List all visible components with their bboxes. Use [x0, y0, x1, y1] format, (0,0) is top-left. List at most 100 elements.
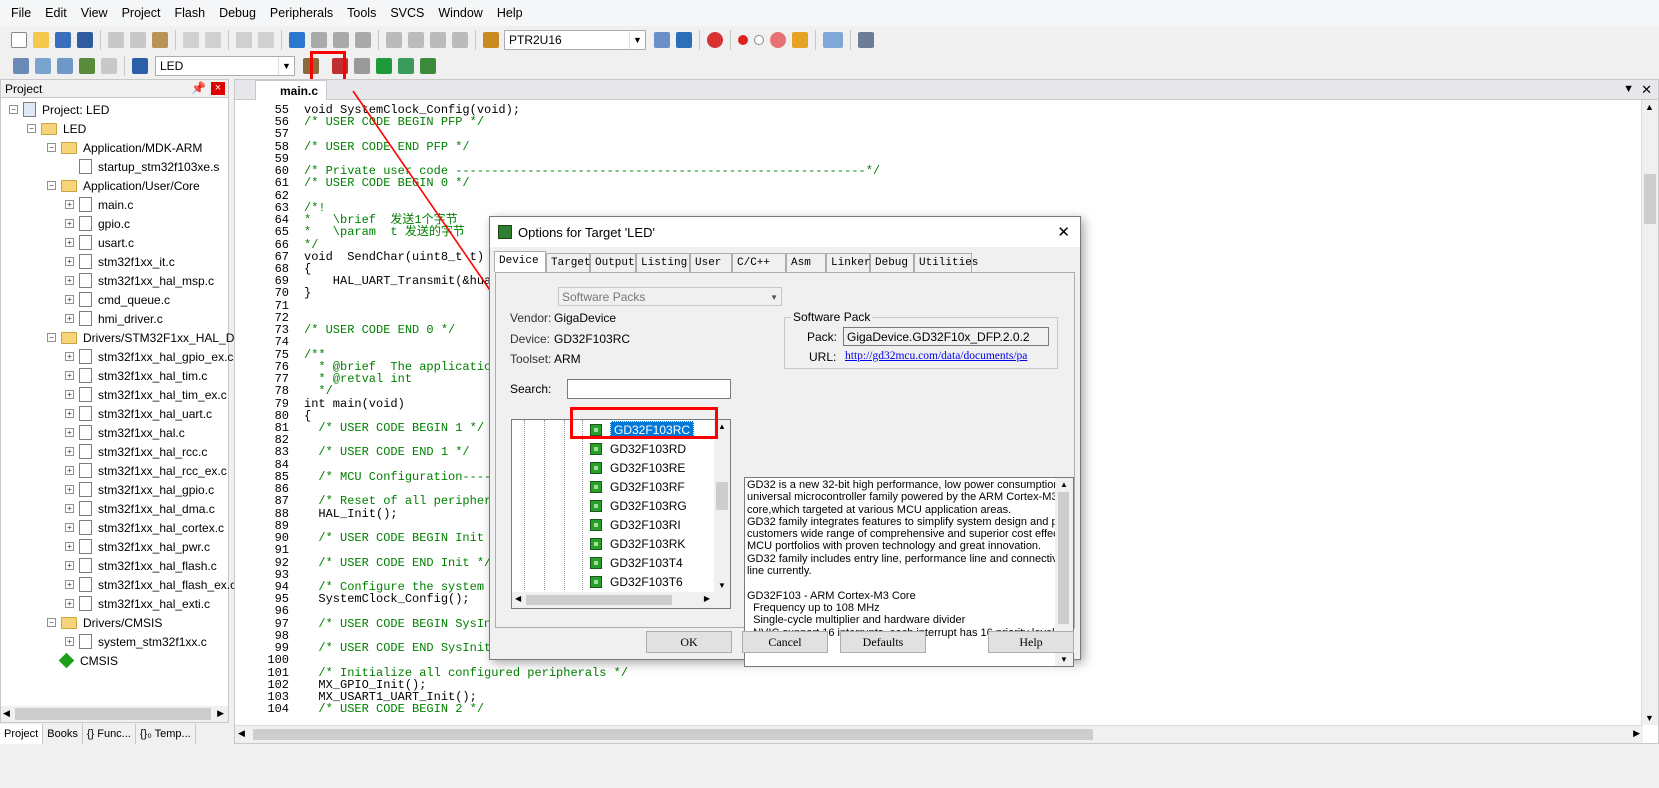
close-icon[interactable]: × — [211, 82, 225, 95]
project-tab-1[interactable]: Books — [43, 723, 83, 744]
expand-file-icon[interactable]: + — [65, 523, 74, 532]
tree-item[interactable]: + usart.c — [65, 233, 134, 252]
tree-item[interactable]: − Drivers/STM32F1xx_HAL_Driv — [47, 328, 247, 347]
tree-item[interactable]: + cmd_queue.c — [65, 290, 170, 309]
find-icon[interactable] — [654, 32, 670, 48]
select-packs-icon[interactable] — [398, 58, 414, 74]
device-tree[interactable]: GD32F103RC GD32F103RD GD32F103RE GD32F103RF… — [511, 419, 731, 609]
tree-item[interactable]: − Drivers/CMSIS — [47, 613, 162, 632]
tree-item[interactable]: + hmi_driver.c — [65, 309, 163, 328]
help-button[interactable]: Help — [988, 631, 1074, 653]
unindent-icon[interactable] — [408, 32, 424, 48]
pack-installer-icon[interactable] — [420, 58, 436, 74]
device-item[interactable]: GD32F103RK — [590, 534, 685, 553]
tree-item[interactable]: + stm32f1xx_hal_rcc.c — [65, 442, 207, 461]
breakpoint-disable-icon[interactable] — [754, 35, 764, 45]
stop-build-icon[interactable] — [101, 58, 117, 74]
nav-forward-icon[interactable] — [258, 32, 274, 48]
device-vscrollbar[interactable]: ▲ ▼ — [714, 420, 730, 592]
redo-icon[interactable] — [205, 32, 221, 48]
collapse-icon[interactable]: − — [47, 181, 56, 190]
project-tab-0[interactable]: Project — [0, 723, 44, 744]
tree-item[interactable]: CMSIS — [47, 651, 118, 670]
expand-file-icon[interactable]: + — [65, 580, 74, 589]
tree-item[interactable]: + stm32f1xx_it.c — [65, 252, 175, 271]
device-hscrollbar[interactable]: ◀ ▶ — [512, 592, 730, 608]
bookmark-prev-icon[interactable] — [311, 32, 327, 48]
search-input[interactable] — [567, 379, 731, 399]
chevron-down-icon[interactable]: ▼ — [278, 57, 294, 75]
manage-multi-project-icon[interactable] — [354, 58, 370, 74]
tree-item[interactable]: + stm32f1xx_hal_flash_ex.c — [65, 575, 236, 594]
comment-icon[interactable] — [430, 32, 446, 48]
device-item[interactable]: GD32F103RG — [590, 496, 687, 515]
build-icon[interactable] — [35, 58, 51, 74]
rebuild-icon[interactable] — [57, 58, 73, 74]
dialog-tab-user[interactable]: User — [690, 253, 732, 272]
tree-item[interactable]: − LED — [27, 119, 86, 138]
menu-view[interactable]: View — [74, 0, 115, 26]
expand-file-icon[interactable]: + — [65, 409, 74, 418]
tree-item[interactable]: − Application/MDK-ARM — [47, 138, 202, 157]
menu-help[interactable]: Help — [490, 0, 530, 26]
menu-svcs[interactable]: SVCS — [383, 0, 431, 26]
menu-edit[interactable]: Edit — [38, 0, 74, 26]
manage-runtime-icon[interactable] — [376, 58, 392, 74]
incremental-find-icon[interactable] — [676, 32, 692, 48]
dialog-tab-debug[interactable]: Debug — [870, 253, 914, 272]
tree-item[interactable]: + stm32f1xx_hal_msp.c — [65, 271, 214, 290]
device-item[interactable]: GD32F103T6 — [590, 572, 683, 591]
expand-file-icon[interactable]: + — [65, 238, 74, 247]
dialog-tab-listing[interactable]: Listing — [636, 253, 690, 272]
device-item[interactable]: GD32F103RE — [590, 458, 685, 477]
menu-peripherals[interactable]: Peripherals — [263, 0, 340, 26]
breakpoint-options-icon[interactable] — [792, 32, 808, 48]
uncomment-icon[interactable] — [452, 32, 468, 48]
menu-flash[interactable]: Flash — [167, 0, 212, 26]
close-icon[interactable]: ✕ — [1057, 223, 1070, 241]
tree-item[interactable]: + gpio.c — [65, 214, 130, 233]
expand-file-icon[interactable]: + — [65, 504, 74, 513]
software-packs-combo[interactable]: Software Packs ▼ — [558, 287, 782, 306]
device-item[interactable]: GD32F103RI — [590, 515, 681, 534]
nav-back-icon[interactable] — [236, 32, 252, 48]
tree-item[interactable]: − Project: LED — [9, 100, 109, 119]
project-tab-3[interactable]: {}₀ Temp... — [136, 723, 196, 744]
copy-icon[interactable] — [130, 32, 146, 48]
expand-file-icon[interactable]: + — [65, 561, 74, 570]
expand-file-icon[interactable]: + — [65, 390, 74, 399]
batch-build-icon[interactable] — [79, 58, 95, 74]
expand-file-icon[interactable]: + — [65, 371, 74, 380]
cut-icon[interactable] — [108, 32, 124, 48]
bookmark-clear-icon[interactable] — [355, 32, 371, 48]
target-select[interactable]: LED ▼ — [155, 56, 295, 76]
tree-item[interactable]: + stm32f1xx_hal_exti.c — [65, 594, 210, 613]
chevron-down-icon[interactable]: ▼ — [770, 288, 778, 305]
expand-file-icon[interactable]: + — [65, 599, 74, 608]
device-item[interactable]: GD32F103T4 — [590, 553, 683, 572]
bookmark-next-icon[interactable] — [333, 32, 349, 48]
menu-window[interactable]: Window — [431, 0, 489, 26]
debug-session-icon[interactable] — [707, 32, 723, 48]
project-tab-2[interactable]: {} Func... — [83, 723, 136, 744]
collapse-icon[interactable]: − — [9, 105, 18, 114]
expand-file-icon[interactable]: + — [65, 466, 74, 475]
editor-hscrollbar[interactable]: ◀ ▶ — [235, 725, 1643, 743]
dialog-tab-asm[interactable]: Asm — [786, 253, 826, 272]
expand-file-icon[interactable]: + — [65, 352, 74, 361]
dialog-tab-linker[interactable]: Linker — [826, 253, 871, 272]
tree-item[interactable]: + stm32f1xx_hal_flash.c — [65, 556, 217, 575]
tree-item[interactable]: + system_stm32f1xx.c — [65, 632, 207, 651]
expand-file-icon[interactable]: + — [65, 295, 74, 304]
collapse-icon[interactable]: − — [47, 143, 56, 152]
expand-file-icon[interactable]: + — [65, 485, 74, 494]
collapse-icon[interactable]: − — [47, 618, 56, 627]
menu-tools[interactable]: Tools — [340, 0, 383, 26]
project-hscrollbar[interactable]: ◀ ▶ — [1, 706, 228, 722]
expand-file-icon[interactable]: + — [65, 200, 74, 209]
save-all-icon[interactable] — [77, 32, 93, 48]
tree-item[interactable]: + main.c — [65, 195, 133, 214]
collapse-icon[interactable]: − — [47, 333, 56, 342]
save-icon[interactable] — [55, 32, 71, 48]
tree-item[interactable]: + stm32f1xx_hal_cortex.c — [65, 518, 224, 537]
